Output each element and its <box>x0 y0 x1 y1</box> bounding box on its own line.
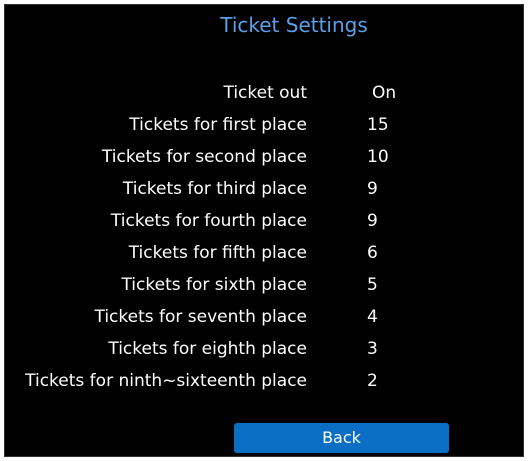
setting-label: Tickets for ninth~sixteenth place <box>25 371 307 391</box>
setting-value[interactable]: 3 <box>367 333 378 365</box>
setting-row-fourth-place[interactable]: Tickets for fourth place 9 <box>5 205 523 237</box>
setting-label: Tickets for eighth place <box>108 339 307 359</box>
setting-value[interactable]: 2 <box>367 365 378 397</box>
setting-row-first-place[interactable]: Tickets for first place 15 <box>5 109 523 141</box>
setting-value[interactable]: 10 <box>367 141 389 173</box>
back-button[interactable]: Back <box>234 423 449 453</box>
setting-label: Tickets for first place <box>129 115 307 135</box>
setting-row-ticket-out[interactable]: Ticket out On <box>5 77 523 109</box>
setting-value[interactable]: 9 <box>367 173 378 205</box>
setting-value[interactable]: 15 <box>367 109 389 141</box>
setting-row-eighth-place[interactable]: Tickets for eighth place 3 <box>5 333 523 365</box>
settings-screen: Ticket Settings Ticket out On Tickets fo… <box>4 4 524 457</box>
setting-value[interactable]: On <box>372 77 396 109</box>
setting-value[interactable]: 5 <box>367 269 378 301</box>
setting-value[interactable]: 4 <box>367 301 378 333</box>
setting-label: Tickets for second place <box>101 147 307 167</box>
setting-label: Tickets for fourth place <box>110 211 307 231</box>
setting-row-seventh-place[interactable]: Tickets for seventh place 4 <box>5 301 523 333</box>
setting-label: Tickets for seventh place <box>94 307 307 327</box>
setting-label: Tickets for fifth place <box>128 243 307 263</box>
setting-row-ninth-sixteenth-place[interactable]: Tickets for ninth~sixteenth place 2 <box>5 365 523 397</box>
setting-row-second-place[interactable]: Tickets for second place 10 <box>5 141 523 173</box>
page-title: Ticket Settings <box>220 13 368 37</box>
setting-label: Ticket out <box>223 83 307 103</box>
setting-row-fifth-place[interactable]: Tickets for fifth place 6 <box>5 237 523 269</box>
setting-value[interactable]: 9 <box>367 205 378 237</box>
setting-row-sixth-place[interactable]: Tickets for sixth place 5 <box>5 269 523 301</box>
setting-row-third-place[interactable]: Tickets for third place 9 <box>5 173 523 205</box>
setting-label: Tickets for sixth place <box>121 275 307 295</box>
setting-label: Tickets for third place <box>122 179 307 199</box>
settings-list: Ticket out On Tickets for first place 15… <box>5 77 523 397</box>
setting-value[interactable]: 6 <box>367 237 378 269</box>
